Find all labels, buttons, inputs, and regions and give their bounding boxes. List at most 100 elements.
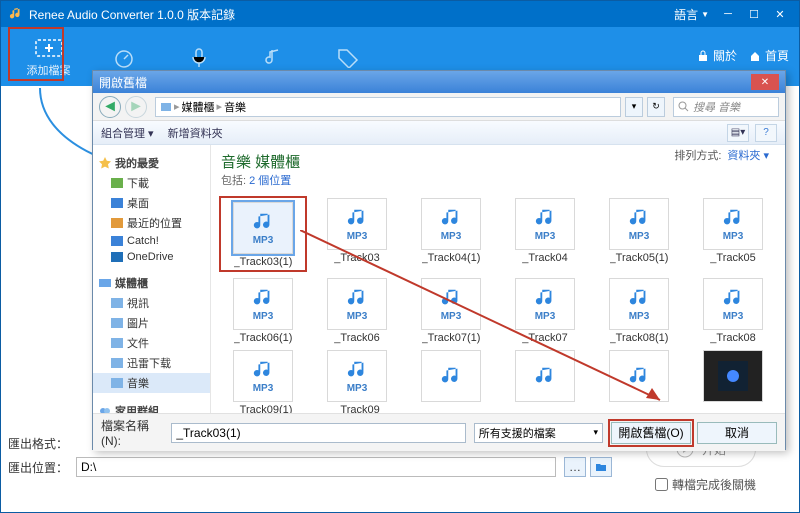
filename-input[interactable] (171, 423, 465, 443)
search-input[interactable]: 搜尋 音樂 (673, 97, 779, 117)
minimize-button[interactable]: ─ (717, 5, 739, 23)
breadcrumb[interactable]: ▸ 媒體櫃 ▸ 音樂 (155, 97, 621, 117)
file-item[interactable] (407, 348, 495, 413)
music-note-icon (722, 207, 744, 229)
organize-menu[interactable]: 組合管理 ▾ (101, 125, 154, 141)
sidebar-item[interactable]: 視訊 (93, 293, 210, 313)
file-item[interactable]: MP3_Track05(1) (595, 196, 683, 272)
sidebar-item[interactable]: 音樂 (93, 373, 210, 393)
folder-icon (111, 197, 123, 209)
file-item[interactable] (689, 348, 777, 413)
folder-icon (111, 177, 123, 189)
file-name: _Track04 (522, 252, 567, 264)
file-item[interactable]: MP3_Track08 (689, 276, 777, 344)
cancel-button[interactable]: 取消 (697, 422, 777, 444)
sort-value[interactable]: 資料夾 ▾ (727, 147, 769, 163)
folder-icon (111, 235, 123, 247)
file-item[interactable]: MP3_Track07(1) (407, 276, 495, 344)
music-note-icon (346, 287, 368, 309)
sidebar-item[interactable]: 桌面 (93, 193, 210, 213)
file-thumbnail: MP3 (327, 278, 387, 330)
sidebar-item[interactable]: 下載 (93, 173, 210, 193)
music-note-icon (440, 207, 462, 229)
folder-icon (595, 462, 607, 472)
refresh-button[interactable]: ↻ (647, 97, 665, 117)
about-link[interactable]: 關於 (697, 47, 737, 64)
file-item[interactable]: MP3_Track09(1) (219, 348, 307, 413)
sidebar-item[interactable]: 最近的位置 (93, 213, 210, 233)
file-thumbnail: MP3 (609, 198, 669, 250)
folder-icon (111, 251, 123, 263)
breadcrumb-dropdown[interactable]: ▾ (625, 97, 643, 117)
file-name: _Track06 (334, 332, 379, 344)
file-item[interactable]: MP3 _Track06 (313, 276, 401, 344)
star-icon (99, 157, 111, 169)
nav-forward-button[interactable]: ► (125, 96, 147, 118)
sidebar-favorites-header[interactable]: 我的最愛 (93, 153, 210, 173)
close-button[interactable]: ✕ (769, 5, 791, 23)
filetype-select[interactable]: 所有支援的檔案▾ (474, 423, 603, 443)
dialog-close-button[interactable]: ✕ (751, 74, 779, 90)
library-item-icon (111, 317, 123, 329)
folder-icon (111, 217, 123, 229)
language-selector[interactable]: 語言▼ (674, 6, 709, 23)
file-item[interactable]: MP3_Track07 (501, 276, 589, 344)
close-after-checkbox[interactable]: 轉檔完成後關機 (655, 476, 756, 493)
filename-label: 檔案名稱(N): (101, 417, 163, 448)
sidebar-item[interactable]: 圖片 (93, 313, 210, 333)
file-item[interactable]: MP3 _Track04 (501, 196, 589, 272)
file-thumbnail: MP3 (327, 350, 387, 402)
file-item[interactable]: MP3 _Track09 (313, 348, 401, 413)
app-title: Renee Audio Converter 1.0.0 版本記錄 (29, 6, 235, 23)
file-thumbnail: MP3 (233, 278, 293, 330)
main-subtitle: 包括: 2 個位置 (221, 172, 775, 188)
file-item[interactable]: MP3_Track05 (689, 196, 777, 272)
file-item[interactable]: MP3_Track06(1) (219, 276, 307, 344)
dialog-navbar: ◄ ► ▸ 媒體櫃 ▸ 音樂 ▾ ↻ 搜尋 音樂 (93, 93, 785, 121)
open-button[interactable]: 開啟舊檔(O) (611, 422, 691, 444)
file-item[interactable]: MP3_Track08(1) (595, 276, 683, 344)
annotation-addfile-highlight (8, 27, 64, 81)
sidebar-homegroup-header[interactable]: 家用群組 (93, 401, 210, 413)
browse-location-button[interactable]: … (564, 457, 586, 477)
sidebar-libraries-header[interactable]: 媒體櫃 (93, 273, 210, 293)
sidebar-item[interactable]: 文件 (93, 333, 210, 353)
music-note-icon (628, 287, 650, 309)
close-after-input[interactable] (655, 478, 668, 491)
maximize-button[interactable]: ☐ (743, 5, 765, 23)
file-item[interactable]: MP3_Track03(1) (223, 200, 303, 268)
sidebar-item[interactable]: OneDrive (93, 249, 210, 265)
nav-back-button[interactable]: ◄ (99, 96, 121, 118)
file-open-dialog: 開啟舊檔 ✕ ◄ ► ▸ 媒體櫃 ▸ 音樂 ▾ ↻ 搜尋 音樂 組合管理 ▾ 新… (92, 70, 786, 450)
file-item[interactable]: MP3_Track03 (313, 196, 401, 272)
search-icon (678, 101, 689, 112)
library-item-icon (111, 297, 123, 309)
file-item[interactable] (595, 348, 683, 413)
music-note-icon (628, 365, 650, 387)
file-thumbnail: MP3 (515, 198, 575, 250)
export-location-input[interactable] (76, 457, 556, 477)
new-folder-button[interactable]: 新增資料夾 (168, 125, 223, 141)
file-thumbnail: MP3 (703, 198, 763, 250)
locations-link[interactable]: 2 個位置 (249, 175, 291, 187)
gauge-icon (110, 46, 138, 68)
file-item[interactable]: MP3_Track04(1) (407, 196, 495, 272)
sidebar-item[interactable]: 迅雷下载 (93, 353, 210, 373)
file-name: _Track09 (334, 404, 379, 413)
file-thumbnail: MP3 (703, 278, 763, 330)
dialog-footer: 檔案名稱(N): 所有支援的檔案▾ 開啟舊檔(O) 取消 (93, 413, 785, 451)
open-location-button[interactable] (590, 457, 612, 477)
music-note-icon (628, 207, 650, 229)
sidebar-item[interactable]: Catch! (93, 233, 210, 249)
music-note-icon (252, 359, 274, 381)
music-note-icon (534, 287, 556, 309)
file-item[interactable] (501, 348, 589, 413)
home-link[interactable]: 首頁 (749, 47, 789, 64)
help-button[interactable]: ? (755, 124, 777, 142)
tag-icon (335, 46, 363, 68)
homegroup-icon (99, 405, 111, 413)
titlebar: Renee Audio Converter 1.0.0 版本記錄 語言▼ ─ ☐… (1, 1, 799, 27)
dialog-titlebar: 開啟舊檔 ✕ (93, 71, 785, 93)
view-mode-button[interactable]: ▤▾ (727, 124, 749, 142)
export-location-label: 匯出位置： (8, 459, 68, 476)
